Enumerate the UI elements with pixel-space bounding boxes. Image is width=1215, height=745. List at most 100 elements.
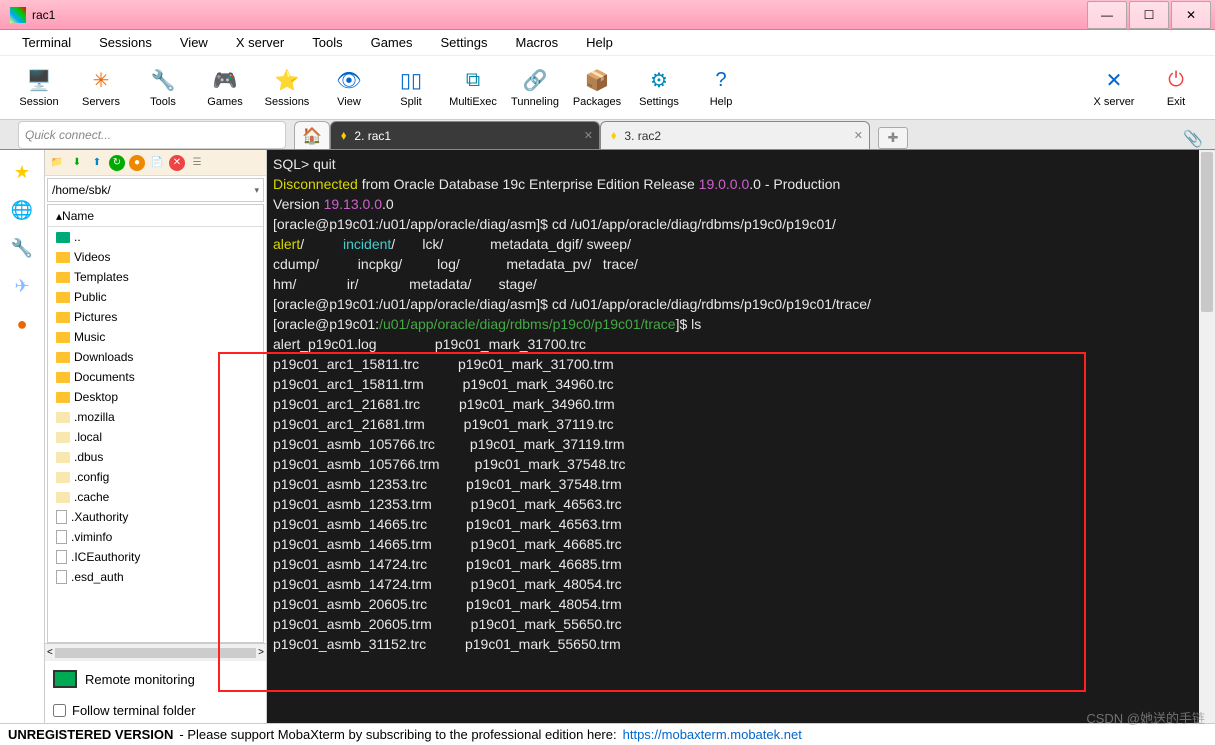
sessions-icon: ⭐ <box>274 68 300 94</box>
favorites-icon[interactable]: ★ <box>10 160 34 184</box>
upload-icon[interactable]: ⬆ <box>89 155 105 171</box>
terminal-line: alert/ incident/ lck/ metadata_dgif/ swe… <box>273 234 1209 254</box>
tool-packages[interactable]: 📦Packages <box>566 68 628 108</box>
tool-split[interactable]: ▯▯Split <box>380 68 442 108</box>
tool-settings[interactable]: ⚙Settings <box>628 68 690 108</box>
file-row[interactable]: .ICEauthority <box>48 547 263 567</box>
sftp-icon[interactable]: 🌐 <box>10 198 34 222</box>
tool-tools[interactable]: 🔧Tools <box>132 68 194 108</box>
menu-x-server[interactable]: X server <box>222 32 298 53</box>
maximize-button[interactable]: ☐ <box>1129 1 1169 29</box>
file-row[interactable]: Desktop <box>48 387 263 407</box>
terminal-line: cdump/ incpkg/ log/ metadata_pv/ trace/ <box>273 254 1209 274</box>
session-icon: 🖥️ <box>26 68 52 94</box>
folder-icon <box>56 492 70 503</box>
record-icon[interactable]: ● <box>10 312 34 336</box>
remote-monitoring[interactable]: Remote monitoring <box>45 661 266 697</box>
toolbar: 🖥️Session✳Servers🔧Tools🎮Games⭐Sessions👁V… <box>0 56 1215 120</box>
file-row[interactable]: Templates <box>48 267 263 287</box>
path-input[interactable]: /home/sbk/ <box>47 178 264 202</box>
file-row[interactable]: Documents <box>48 367 263 387</box>
terminal-line: p19c01_arc1_15811.trm p19c01_mark_34960.… <box>273 374 1209 394</box>
home-tab[interactable]: 🏠 <box>294 121 330 149</box>
file-tree-hscroll[interactable]: <> <box>45 643 266 661</box>
tool-servers[interactable]: ✳Servers <box>70 68 132 108</box>
status-url[interactable]: https://mobaxterm.mobatek.net <box>623 727 802 742</box>
sidebar-toolbar: 📁 ⬇ ⬆ ↻ ● 📄 ✕ ☰ <box>45 150 266 176</box>
tool-tunneling[interactable]: 🔗Tunneling <box>504 68 566 108</box>
file-row[interactable]: .mozilla <box>48 407 263 427</box>
send-icon[interactable]: ✈ <box>10 274 34 298</box>
file-row[interactable]: Music <box>48 327 263 347</box>
file-row[interactable]: .esd_auth <box>48 567 263 587</box>
file-row[interactable]: .Xauthority <box>48 507 263 527</box>
terminal-line: [oracle@p19c01:/u01/app/oracle/diag/rdbm… <box>273 314 1209 334</box>
file-row[interactable]: .local <box>48 427 263 447</box>
quick-connect-input[interactable]: Quick connect... <box>18 121 286 149</box>
tool-help[interactable]: ?Help <box>690 68 752 108</box>
col-name: Name <box>62 209 94 223</box>
delete-icon[interactable]: ✕ <box>169 155 185 171</box>
file-row[interactable]: .. <box>48 227 263 247</box>
terminal[interactable]: SQL> quitDisconnected from Oracle Databa… <box>267 150 1215 723</box>
tool-games[interactable]: 🎮Games <box>194 68 256 108</box>
menu-settings[interactable]: Settings <box>427 32 502 53</box>
terminal-line: p19c01_asmb_12353.trm p19c01_mark_46563.… <box>273 494 1209 514</box>
follow-terminal-label: Follow terminal folder <box>72 703 196 718</box>
file-row[interactable]: Public <box>48 287 263 307</box>
terminal-line: Disconnected from Oracle Database 19c En… <box>273 174 1209 194</box>
close-button[interactable]: ✕ <box>1171 1 1211 29</box>
menu-tools[interactable]: Tools <box>298 32 356 53</box>
tool-session[interactable]: 🖥️Session <box>8 68 70 108</box>
new-tab-button[interactable]: ✚ <box>878 127 908 149</box>
terminal-scrollbar[interactable] <box>1199 150 1215 723</box>
file-tree: ▴ Name ..VideosTemplatesPublicPicturesMu… <box>47 204 264 643</box>
preview-icon[interactable]: ☰ <box>189 155 205 171</box>
folder-icon <box>56 452 70 463</box>
file-tree-header[interactable]: ▴ Name <box>48 205 263 227</box>
terminal-line: [oracle@p19c01:/u01/app/oracle/diag/asm]… <box>273 294 1209 314</box>
download-icon[interactable]: ⬇ <box>69 155 85 171</box>
settings-icon: ⚙ <box>646 68 672 94</box>
file-row[interactable]: .dbus <box>48 447 263 467</box>
folder-icon[interactable]: 📁 <box>49 155 65 171</box>
split-icon: ▯▯ <box>398 68 424 94</box>
file-row[interactable]: Downloads <box>48 347 263 367</box>
paperclip-icon[interactable]: 📎 <box>1183 129 1203 149</box>
menu-games[interactable]: Games <box>357 32 427 53</box>
tab-3--rac2[interactable]: ⬧3. rac2✕ <box>600 121 870 149</box>
close-icon[interactable]: ✕ <box>584 129 593 142</box>
tool-sessions[interactable]: ⭐Sessions <box>256 68 318 108</box>
tunneling-icon: 🔗 <box>522 68 548 94</box>
file-row[interactable]: .viminfo <box>48 527 263 547</box>
follow-terminal-row[interactable]: Follow terminal folder <box>45 697 266 723</box>
new-icon[interactable]: ● <box>129 155 145 171</box>
refresh-icon[interactable]: ↻ <box>109 155 125 171</box>
menu-terminal[interactable]: Terminal <box>8 32 85 53</box>
minimize-button[interactable]: — <box>1087 1 1127 29</box>
multiexec-icon: ⧉ <box>460 68 486 94</box>
x-server-icon: ✕ <box>1101 68 1127 94</box>
menu-view[interactable]: View <box>166 32 222 53</box>
newfile-icon[interactable]: 📄 <box>149 155 165 171</box>
help-icon: ? <box>708 68 734 94</box>
close-icon[interactable]: ✕ <box>854 129 863 142</box>
menu-macros[interactable]: Macros <box>501 32 572 53</box>
tool-multiexec[interactable]: ⧉MultiExec <box>442 68 504 108</box>
folder-icon <box>56 372 70 383</box>
tool-x-server[interactable]: ✕X server <box>1083 68 1145 108</box>
window-title: rac1 <box>32 8 1085 22</box>
tool-view[interactable]: 👁View <box>318 68 380 108</box>
file-icon <box>56 570 67 584</box>
tool-exit[interactable]: ⏻Exit <box>1145 68 1207 108</box>
menu-help[interactable]: Help <box>572 32 627 53</box>
file-row[interactable]: .config <box>48 467 263 487</box>
file-row[interactable]: .cache <box>48 487 263 507</box>
file-row[interactable]: Videos <box>48 247 263 267</box>
tools-icon[interactable]: 🔧 <box>10 236 34 260</box>
file-row[interactable]: Pictures <box>48 307 263 327</box>
menu-sessions[interactable]: Sessions <box>85 32 166 53</box>
follow-terminal-checkbox[interactable] <box>53 704 66 717</box>
terminal-tab-icon: ⬧ <box>611 128 616 143</box>
tab-2--rac1[interactable]: ⬧2. rac1✕ <box>330 121 600 149</box>
